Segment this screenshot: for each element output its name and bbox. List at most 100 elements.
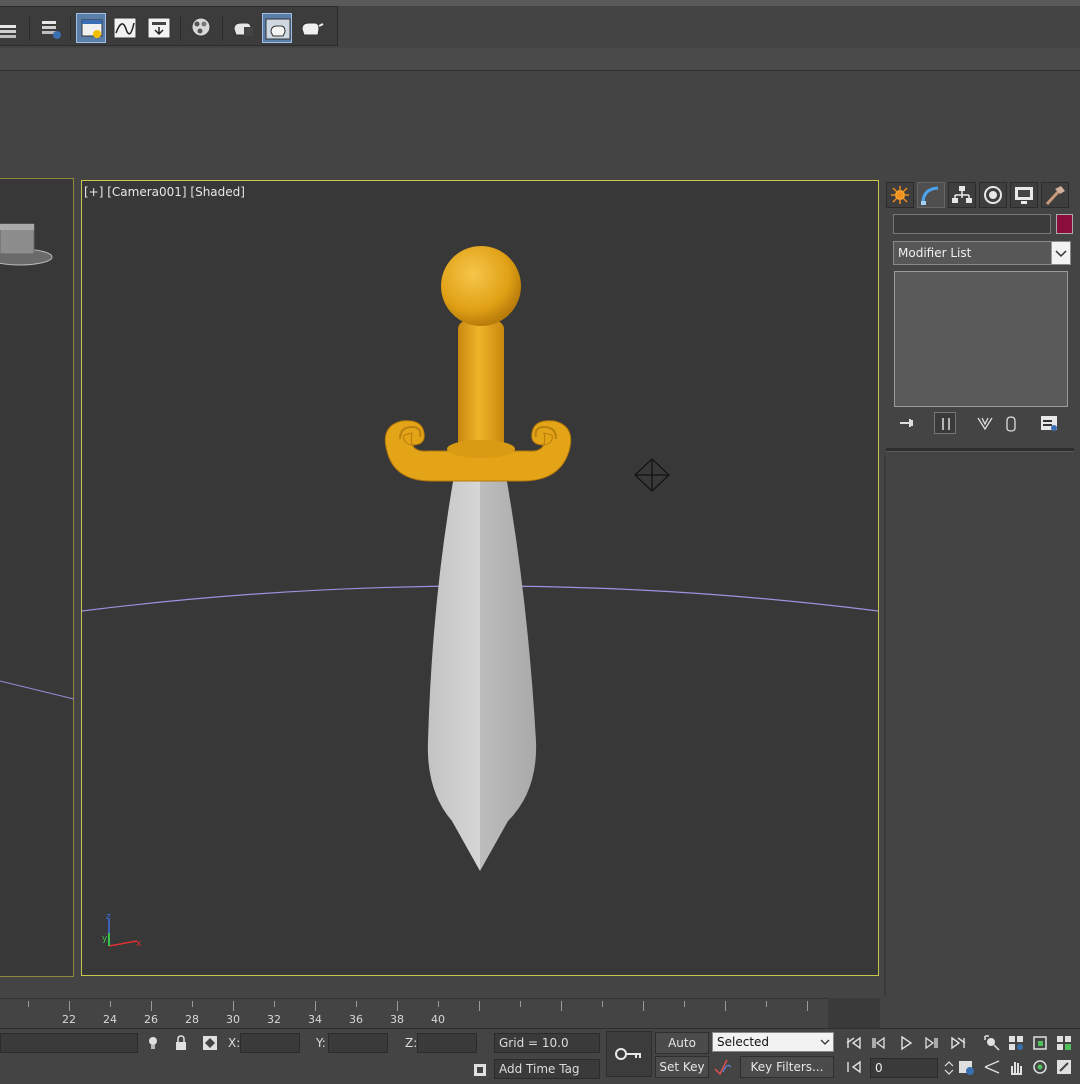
- toolbar-group: [0, 6, 338, 46]
- prompt-line: [0, 1033, 138, 1053]
- zoom-all-icon[interactable]: [1006, 1033, 1026, 1053]
- modifier-stack-list[interactable]: [894, 271, 1068, 407]
- timeline-tick: [479, 1001, 480, 1011]
- ribbon-area: [0, 71, 1080, 175]
- previous-frame-icon[interactable]: [870, 1033, 890, 1053]
- trackbar-end: [828, 998, 880, 1028]
- sword-pommel: [441, 246, 521, 326]
- orbit-icon[interactable]: [1030, 1057, 1050, 1077]
- go-to-start-icon[interactable]: [844, 1033, 864, 1053]
- timeline-frame-label: 26: [144, 1013, 158, 1026]
- render-setup-icon[interactable]: [228, 13, 258, 43]
- timeline-tick: [438, 1001, 439, 1007]
- object-color-swatch[interactable]: [1056, 214, 1073, 234]
- trackbar[interactable]: 22 24 26 28 30 32 34 36 38 40: [0, 998, 849, 1029]
- key-filters-button[interactable]: Key Filters...: [740, 1056, 834, 1078]
- selection-lock-icon[interactable]: [171, 1033, 191, 1053]
- maximize-viewport-icon[interactable]: [1054, 1057, 1074, 1077]
- y-label: Y:: [316, 1036, 326, 1050]
- remove-modifier-icon[interactable]: [1000, 412, 1022, 434]
- key-tangent-icon[interactable]: [713, 1057, 733, 1077]
- timeline-tick: [110, 1001, 111, 1007]
- modify-tab-icon[interactable]: [917, 182, 945, 208]
- zoom-extents-all-icon[interactable]: [1054, 1033, 1074, 1053]
- z-coordinate-field[interactable]: [417, 1033, 477, 1053]
- timeline-tick: [602, 1001, 603, 1007]
- y-coordinate-field[interactable]: [328, 1033, 388, 1053]
- time-tag-icon[interactable]: [470, 1060, 490, 1080]
- pan-view-icon[interactable]: [1006, 1057, 1026, 1077]
- absolute-mode-icon[interactable]: [200, 1033, 220, 1053]
- timeline-tick: [315, 1001, 316, 1011]
- grip-collar: [447, 440, 515, 458]
- x-coordinate-field[interactable]: [240, 1033, 300, 1053]
- zoom-extents-icon[interactable]: [1030, 1033, 1050, 1053]
- curve-editor-icon[interactable]: [110, 13, 140, 43]
- zoom-icon[interactable]: [982, 1033, 1002, 1053]
- rendered-frame-icon[interactable]: [262, 13, 292, 43]
- camera-viewport[interactable]: [+] [Camera001] [Shaded] z y x: [81, 180, 879, 976]
- grid-spacing-display: Grid = 10.0: [494, 1033, 600, 1053]
- sword-grip: [458, 321, 504, 451]
- timeline-tick: [766, 1001, 767, 1007]
- timeline-frame-label: 34: [308, 1013, 322, 1026]
- show-end-result-icon[interactable]: [934, 412, 956, 434]
- frame-spinner-icon[interactable]: [939, 1058, 954, 1078]
- play-icon[interactable]: [896, 1033, 916, 1053]
- display-tab-icon[interactable]: [1010, 182, 1038, 208]
- modifier-list-label: Modifier List: [898, 246, 972, 260]
- secondary-toolbar: [0, 48, 1080, 71]
- timeline-tick: [69, 1001, 70, 1011]
- left-viewport-scene: [0, 223, 74, 700]
- set-key-button[interactable]: Set Key: [655, 1056, 709, 1078]
- lightbulb-icon[interactable]: [143, 1033, 163, 1053]
- status-bar: X: Y: Z: Grid = 10.0 Add Time Tag Auto K…: [0, 1028, 1080, 1081]
- key-mode-toggle-icon[interactable]: [844, 1057, 864, 1077]
- timeline-frame-label: 30: [226, 1013, 240, 1026]
- add-time-tag-button[interactable]: Add Time Tag: [494, 1059, 600, 1079]
- timeline-tick: [643, 1001, 644, 1011]
- viewport-left[interactable]: [0, 178, 74, 977]
- pin-stack-icon[interactable]: [896, 412, 918, 434]
- auto-key-button[interactable]: Auto Key: [655, 1032, 709, 1070]
- schematic-view-icon[interactable]: [144, 13, 174, 43]
- timeline-tick: [274, 1001, 275, 1007]
- utilities-tab-icon[interactable]: [1041, 182, 1069, 208]
- toolbar-separator: [180, 17, 181, 41]
- chevron-down-icon: [820, 1039, 830, 1045]
- object-name-field[interactable]: [893, 214, 1051, 234]
- hierarchy-tab-icon[interactable]: [948, 182, 976, 208]
- svg-text:z: z: [106, 912, 111, 922]
- main-toolbar: [0, 0, 1080, 49]
- chevron-down-icon[interactable]: [1051, 242, 1070, 264]
- timeline-frame-label: 32: [267, 1013, 281, 1026]
- command-panel: Modifier List: [884, 178, 1080, 998]
- viewport-scene: z y x: [82, 246, 878, 949]
- timeline-tick: [397, 1001, 398, 1011]
- motion-tab-icon[interactable]: [979, 182, 1007, 208]
- selection-set-value: Selected: [717, 1035, 770, 1049]
- timeline-frame-label: 36: [349, 1013, 363, 1026]
- material-editor-icon[interactable]: [186, 13, 216, 43]
- manage-layers-icon[interactable]: [36, 13, 66, 43]
- next-frame-icon[interactable]: [920, 1033, 940, 1053]
- selection-set-dropdown[interactable]: Selected: [712, 1032, 834, 1052]
- field-of-view-icon[interactable]: [982, 1057, 1002, 1077]
- make-unique-icon[interactable]: [974, 412, 996, 434]
- timeline-frame-label: 22: [62, 1013, 76, 1026]
- timeline-tick: [233, 1001, 234, 1011]
- render-production-icon[interactable]: [296, 13, 326, 43]
- configure-modifier-sets-icon[interactable]: [1038, 412, 1060, 434]
- axis-tripod-icon: z y x: [102, 912, 142, 949]
- timeline-frame-label: 28: [185, 1013, 199, 1026]
- toolbar-separator: [70, 17, 71, 41]
- timeline-tick: [807, 1001, 808, 1011]
- current-frame-field[interactable]: 0: [870, 1058, 938, 1078]
- modifier-list-dropdown[interactable]: Modifier List: [893, 241, 1071, 265]
- time-configuration-icon[interactable]: [956, 1057, 976, 1077]
- layer-icon[interactable]: [0, 13, 24, 43]
- scene-explorer-icon[interactable]: [76, 13, 106, 43]
- create-tab-icon[interactable]: [886, 182, 914, 208]
- go-to-end-icon[interactable]: [948, 1033, 968, 1053]
- set-keys-button[interactable]: [606, 1031, 652, 1077]
